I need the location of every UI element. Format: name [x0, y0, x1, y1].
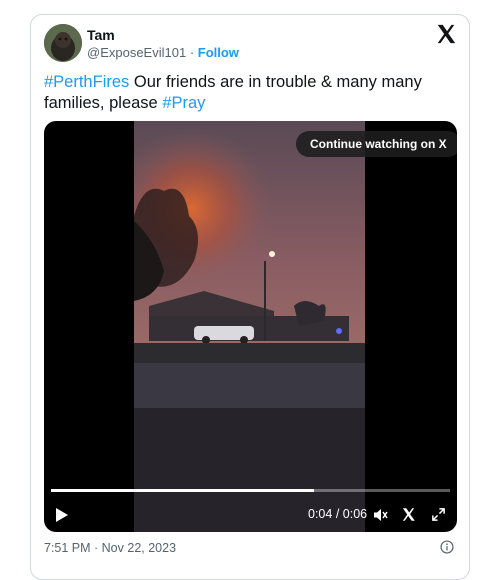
tweet-text: #PerthFires Our friends are in trouble &… — [44, 72, 444, 114]
author-handle[interactable]: @ExposeEvil101 — [87, 45, 186, 60]
video-time-total: 0:06 — [342, 507, 368, 521]
x-watermark-icon[interactable] — [401, 507, 416, 522]
video-frame — [134, 121, 365, 532]
play-icon[interactable] — [55, 507, 69, 523]
hashtag-perthfires[interactable]: #PerthFires — [44, 73, 129, 91]
video-progress-fill — [51, 489, 315, 492]
video-time-separator: / — [332, 507, 343, 521]
handle-separator: · — [186, 45, 198, 60]
volume-icon[interactable] — [373, 507, 389, 523]
fullscreen-icon[interactable] — [431, 507, 446, 522]
continue-watching-button[interactable]: Continue watching on X — [296, 131, 457, 157]
x-logo-icon[interactable] — [435, 23, 457, 45]
avatar-dog-image — [44, 24, 82, 62]
info-icon[interactable] — [440, 540, 454, 554]
hashtag-pray[interactable]: #Pray — [162, 94, 205, 112]
author-handle-row: @ExposeEvil101 · Follow — [87, 45, 239, 60]
video-progress-bar[interactable] — [51, 489, 450, 492]
video-player[interactable]: Continue watching on X 0:04 / 0:06 — [44, 121, 457, 532]
author-display-name[interactable]: Tam — [87, 27, 115, 43]
tweet-timestamp[interactable]: 7:51 PM · Nov 22, 2023 — [44, 541, 176, 555]
video-time-current: 0:04 — [308, 507, 333, 521]
video-time: 0:04 / 0:06 — [308, 507, 367, 521]
follow-button[interactable]: Follow — [198, 45, 239, 60]
avatar[interactable] — [44, 24, 82, 62]
